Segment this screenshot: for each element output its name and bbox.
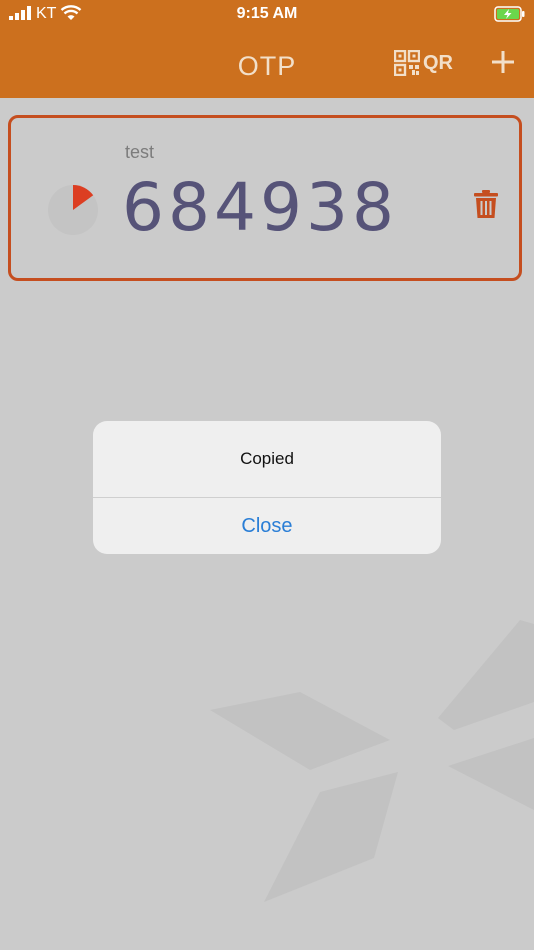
countdown-timer-icon <box>48 185 98 235</box>
app-header: KT 9:15 AM OTP QR <box>0 0 534 98</box>
qr-scan-button[interactable]: QR <box>394 49 453 77</box>
account-name: test <box>125 142 155 162</box>
trash-icon[interactable] <box>473 189 499 219</box>
status-bar: KT 9:15 AM <box>0 0 534 28</box>
dialog-message: Copied <box>240 449 294 468</box>
battery-charging-icon <box>494 6 525 22</box>
page-title: OTP <box>237 51 297 81</box>
plus-icon[interactable] <box>488 47 518 77</box>
copied-alert-dialog: Copied Close <box>93 421 441 554</box>
watermark-logo <box>210 620 534 902</box>
otp-code[interactable]: 684938 <box>122 169 398 246</box>
qr-button-label: QR <box>423 51 453 74</box>
close-button[interactable]: Close <box>93 498 441 554</box>
otp-entry-card[interactable]: test 684938 <box>8 115 522 281</box>
qr-code-icon <box>394 50 420 76</box>
status-time: 9:15 AM <box>236 5 298 22</box>
